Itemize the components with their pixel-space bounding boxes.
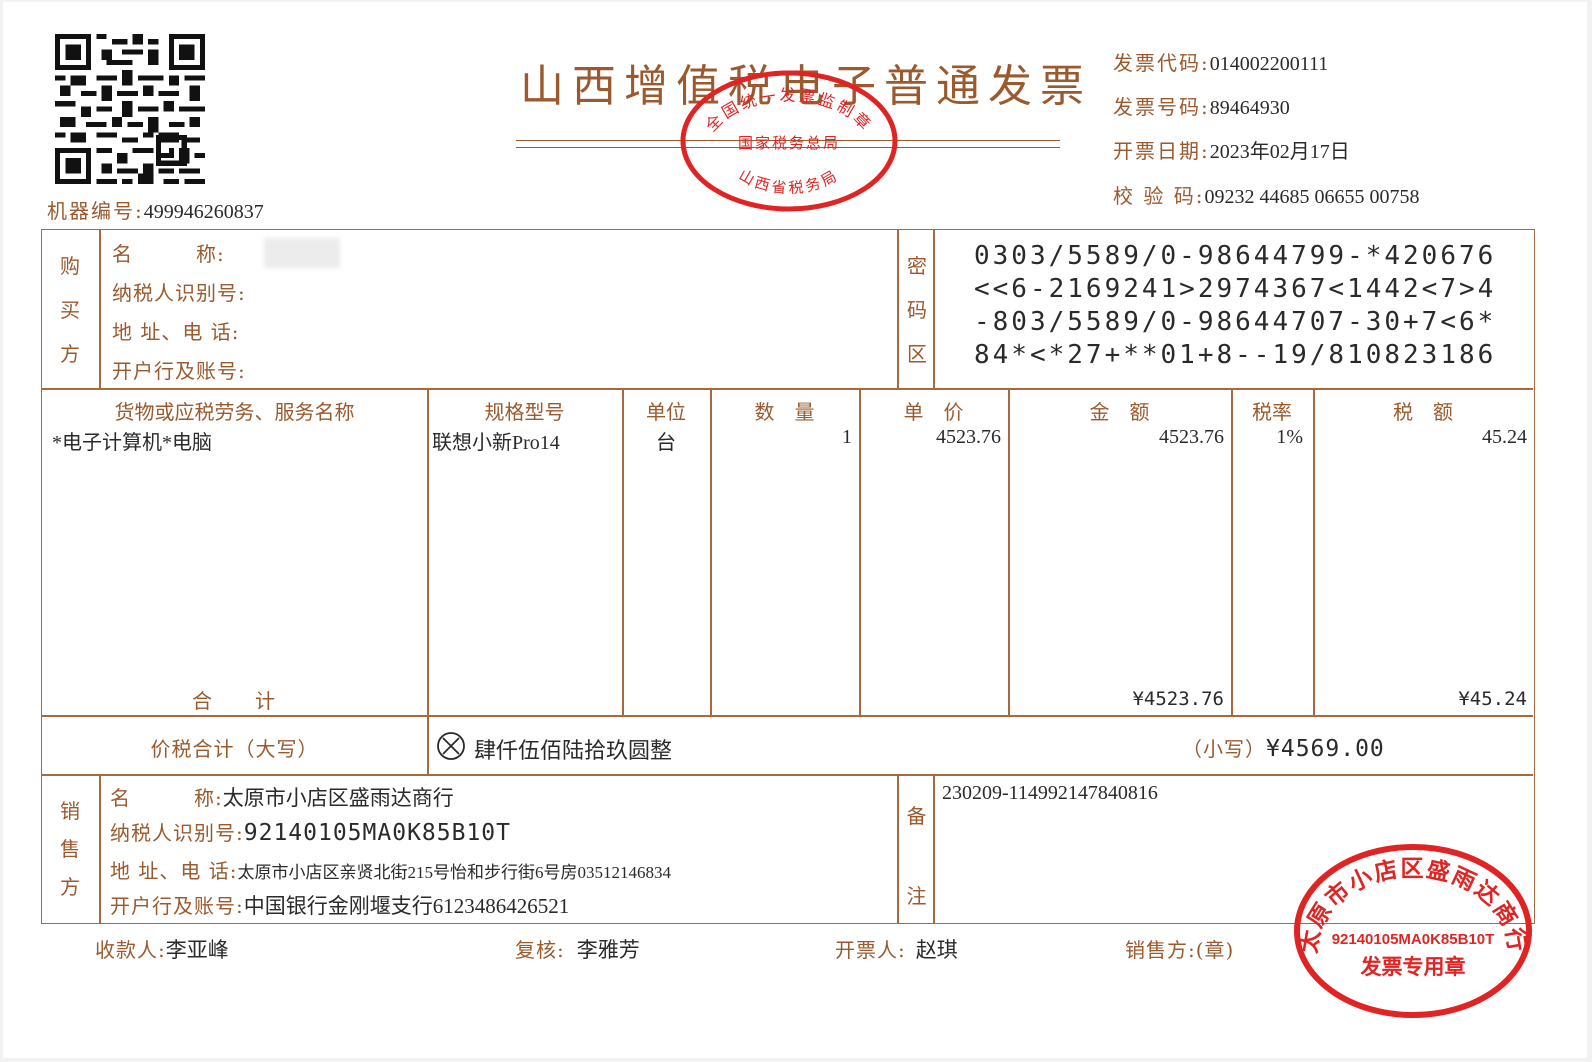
seller-tax-id: 纳税人识别号:92140105MA0K85B10T bbox=[110, 820, 511, 846]
tax-seal-top-text: 全国统一发票监制章 bbox=[702, 86, 874, 136]
item-price: 4523.76 bbox=[936, 426, 1001, 448]
buyer-bank-label: 开户行及账号: bbox=[112, 359, 246, 383]
col-header-unit: 单位 bbox=[646, 400, 686, 424]
buyer-tax-id-label: 纳税人识别号: bbox=[112, 281, 246, 305]
seller-section-label: 销 售 方 bbox=[60, 799, 80, 899]
seller-invoice-seal: 太原市小店区盛雨达商行 92140105MA0K85B10T 发票专用章 bbox=[1294, 844, 1532, 1018]
tax-seal-bottom-text: 山西省税务局 bbox=[736, 166, 839, 198]
total-amount: ¥4523.76 bbox=[1132, 688, 1224, 710]
cipher-section-label: 密 码 区 bbox=[907, 254, 927, 366]
buyer-section-label: 购 买 方 bbox=[60, 254, 80, 366]
seller-name: 名 称:太原市小店区盛雨达商行 bbox=[110, 786, 454, 810]
buyer-name-value-redacted bbox=[264, 238, 340, 268]
grand-total-small: （小写）¥4569.00 bbox=[1182, 736, 1385, 762]
item-tax: 45.24 bbox=[1482, 426, 1527, 448]
col-header-price: 单 价 bbox=[903, 400, 964, 424]
item-amount: 4523.76 bbox=[1159, 426, 1224, 448]
invoice-code: 发票代码:014002200111 bbox=[1113, 51, 1329, 75]
item-unit: 台 bbox=[656, 432, 676, 454]
invoice-page: 机器编号:499946260837 山西增值税电子普通发票 发票代码:01400… bbox=[3, 2, 1587, 1058]
invoice-number: 发票号码:89464930 bbox=[1113, 95, 1290, 119]
tax-bureau-seal: 全国统一发票监制章 国家税务总局 山西省税务局 bbox=[680, 70, 898, 212]
payee: 收款人:李亚峰 bbox=[95, 938, 229, 962]
grand-total-label: 价税合计（大写） bbox=[150, 737, 319, 761]
buyer-name-label: 名 称: bbox=[112, 242, 225, 266]
check-code: 校 验 码:09232 44685 06655 00758 bbox=[1113, 184, 1420, 208]
total-tax: ¥45.24 bbox=[1458, 688, 1527, 710]
total-label: 合 计 bbox=[192, 689, 276, 713]
item-spec: 联想小新Pro14 bbox=[432, 432, 560, 454]
seller-seal-middle-text: 92140105MA0K85B10T bbox=[1332, 931, 1495, 948]
circle-x-icon bbox=[437, 732, 465, 760]
grand-total-words: 肆仟伍佰陆拾玖圆整 bbox=[474, 738, 673, 763]
col-header-name: 货物或应税劳务、服务名称 bbox=[114, 400, 355, 424]
buyer-address-label: 地 址、电 话: bbox=[112, 320, 240, 344]
invoice-table: 购 买 方 名 称: 纳税人识别号: 地 址、电 话: 开户行及账号: 密 码 … bbox=[41, 229, 1535, 924]
seller-address: 地 址、电 话:太原市小店区亲贤北街215号怡和步行街6号房0351214683… bbox=[110, 859, 671, 883]
invoice-date: 开票日期:2023年02月17日 bbox=[1113, 139, 1350, 163]
remarks-label-2: 注 bbox=[906, 884, 928, 908]
col-header-spec: 规格型号 bbox=[484, 400, 565, 424]
svg-text:全国统一发票监制章: 全国统一发票监制章 bbox=[702, 86, 877, 136]
seller-bank: 开户行及账号:中国银行金刚堰支行6123486426521 bbox=[110, 894, 570, 918]
seller-seal-bottom-text: 发票专用章 bbox=[1360, 955, 1466, 979]
col-header-rate: 税率 bbox=[1252, 400, 1292, 424]
issuer: 开票人: 赵琪 bbox=[835, 938, 958, 962]
item-name: *电子计算机*电脑 bbox=[52, 432, 212, 454]
remarks-value: 230209-114992147840816 bbox=[942, 782, 1158, 804]
col-header-amount: 金 额 bbox=[1089, 400, 1150, 424]
reviewer: 复核: 李雅芳 bbox=[515, 938, 640, 962]
tax-seal-middle-text: 国家税务总局 bbox=[738, 134, 840, 152]
cipher-text: 0303/5589/0-98644799-*420676 <<6-2169241… bbox=[974, 241, 1497, 370]
qr-code bbox=[55, 34, 205, 184]
item-rate: 1% bbox=[1276, 426, 1303, 448]
col-header-tax: 税 额 bbox=[1393, 400, 1453, 424]
seller-seal-label: 销售方:(章) bbox=[1125, 938, 1235, 962]
col-header-qty: 数 量 bbox=[754, 400, 815, 424]
svg-text:山西省税务局: 山西省税务局 bbox=[736, 166, 842, 198]
remarks-label-1: 备 bbox=[906, 804, 928, 828]
machine-number: 机器编号:499946260837 bbox=[47, 199, 264, 223]
item-qty: 1 bbox=[842, 426, 852, 448]
